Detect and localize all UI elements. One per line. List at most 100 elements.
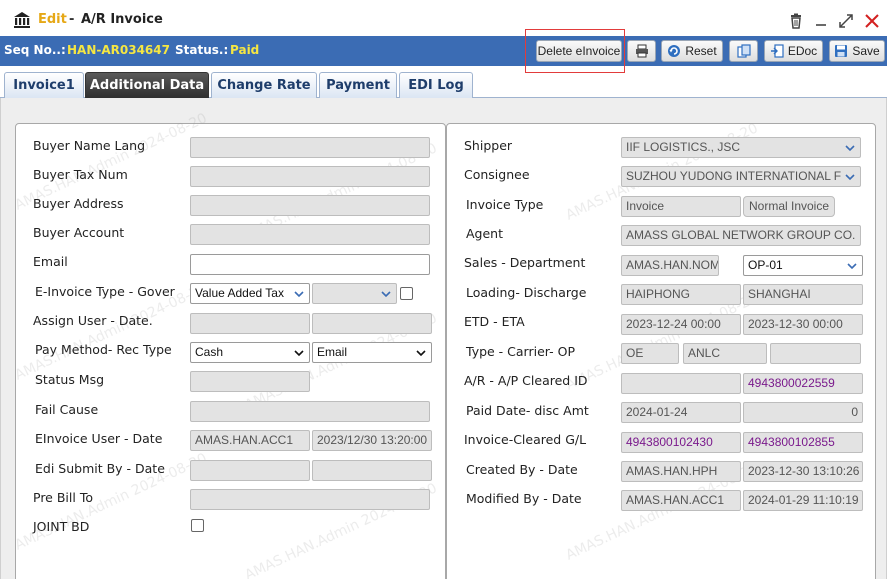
edi-submit-date-field[interactable] [312,460,432,481]
ar-cleared-id-field[interactable] [621,373,741,394]
shipper-select[interactable]: IIF LOGISTICS., JSC [621,137,861,158]
loading-field[interactable]: HAIPHONG [621,284,741,305]
floppy-disk-icon [835,45,848,57]
status-msg-field[interactable] [190,371,310,392]
created-by-field[interactable]: AMAS.HAN.HPH [621,461,741,482]
edoc-button[interactable]: EDoc [764,40,823,62]
close-icon[interactable] [864,13,880,29]
etd-eta-label: ETD - ETA [464,314,525,329]
cleared-id-label: A/R - A/P Cleared ID [464,373,588,388]
tab-edi-log[interactable]: EDI Log [399,72,473,98]
buyer-name-lang-field[interactable] [190,137,430,158]
minimize-icon[interactable] [813,13,829,29]
cleared-gl-label: Invoice-Cleared G/L [464,432,587,447]
cleared-gl-field[interactable]: 4943800102855 [743,432,863,453]
assign-date-field[interactable] [312,313,432,334]
maximize-icon[interactable] [838,13,854,29]
einvoice-type-value: Value Added Tax [195,286,284,300]
department-value: OP-01 [748,258,783,272]
buyer-address-label: Buyer Address [33,196,124,211]
chevron-down-icon [294,291,304,298]
buyer-address-field[interactable] [190,195,430,216]
buyer-name-lang-label: Buyer Name Lang [33,138,146,153]
tab-additional-data[interactable]: Additional Data [85,72,209,98]
shipper-value: IIF LOGISTICS., JSC [626,140,741,154]
reset-label: Reset [685,44,717,58]
chevron-down-icon [845,145,855,152]
department-select[interactable]: OP-01 [743,255,863,276]
seq-value: HAN-AR034647 [67,43,170,57]
rec-type-select[interactable]: Email [312,342,432,363]
pre-bill-to-field[interactable] [190,489,430,510]
chevron-down-icon [381,291,391,298]
joint-bd-label: JOINT BD [33,519,90,534]
type-field[interactable]: OE [621,343,679,364]
tab-payment[interactable]: Payment [319,72,397,98]
gov-checkbox[interactable] [400,287,413,300]
edi-submit-user-field[interactable] [190,460,310,481]
paid-date-label: Paid Date- disc Amt [466,403,589,418]
consignee-value: SUZHOU YUDONG INTERNATIONAL F [626,169,842,183]
modified-by-field[interactable]: AMAS.HAN.ACC1 [621,490,741,511]
edoc-label: EDoc [787,44,818,58]
invoice-type-field[interactable]: Invoice [621,196,741,217]
fail-cause-field[interactable] [190,401,430,422]
einvoice-date-field[interactable]: 2023/12/30 13:20:00 [312,430,432,451]
consignee-label: Consignee [464,167,530,182]
tab-change-rate[interactable]: Change Rate [211,72,317,98]
op-field[interactable] [770,343,861,364]
pay-method-value: Cash [195,345,224,359]
tab-invoice1[interactable]: Invoice1 [4,72,84,98]
paid-date-field[interactable]: 2024-01-24 [621,402,741,423]
buyer-account-label: Buyer Account [33,225,125,240]
gov-select[interactable] [312,283,397,304]
modified-date-field[interactable]: 2024-01-29 11:10:19 [743,490,863,511]
copy-button[interactable] [729,40,758,62]
etd-field[interactable]: 2023-12-24 00:00 [621,314,741,335]
normal-invoice-button[interactable]: Normal Invoice [743,196,835,217]
sales-field[interactable]: AMAS.HAN.NOM [621,255,719,276]
created-date-field[interactable]: 2023-12-30 13:10:26 [743,461,863,482]
chevron-down-icon [294,350,304,357]
einvoice-user-field[interactable]: AMAS.HAN.ACC1 [190,430,310,451]
assign-user-label: Assign User - Date. [33,313,153,328]
pre-bill-to-label: Pre Bill To [33,490,93,505]
copy-icon [736,44,751,58]
save-button[interactable]: Save [829,40,885,62]
agent-field[interactable]: AMASS GLOBAL NETWORK GROUP CO. [621,225,861,246]
title-separator: - [69,12,75,27]
buyer-account-field[interactable] [190,224,430,245]
trash-icon[interactable] [788,13,804,29]
discharge-field[interactable]: SHANGHAI [743,284,863,305]
eta-field[interactable]: 2023-12-30 00:00 [743,314,863,335]
print-icon [635,44,648,58]
status-label: Status.: [175,43,229,57]
disc-amt-field[interactable]: 0 [743,402,863,423]
status-msg-label: Status Msg [35,372,105,387]
save-label: Save [852,44,880,58]
einvoice-type-select[interactable]: Value Added Tax [190,283,310,304]
reset-button[interactable]: Reset [661,40,723,62]
invoice-cleared-field[interactable]: 4943800102430 [621,432,741,453]
joint-bd-checkbox[interactable] [191,519,204,532]
edi-submit-label: Edi Submit By - Date [35,461,165,476]
print-button[interactable] [627,40,656,62]
email-field[interactable] [190,254,430,275]
pay-method-label: Pay Method- Rec Type [35,342,172,357]
pay-method-select[interactable]: Cash [190,342,310,363]
agent-label: Agent [466,226,503,241]
ap-cleared-id-field[interactable]: 4943800022559 [743,373,863,394]
consignee-select[interactable]: SUZHOU YUDONG INTERNATIONAL F [621,166,861,187]
fail-cause-label: Fail Cause [35,402,99,417]
carrier-field[interactable]: ANLC [683,343,767,364]
bank-icon [14,12,30,28]
einvoice-user-label: EInvoice User - Date [35,431,163,446]
assign-user-field[interactable] [190,313,310,334]
title-mode: Edit [38,12,67,27]
chevron-down-icon [847,263,857,270]
status-bar: Seq No..: HAN-AR034647 Status.: Paid Del… [0,36,887,66]
title-bar: Edit - A/R Invoice [0,4,887,36]
sales-department-label: Sales - Department [464,255,586,270]
buyer-tax-num-field[interactable] [190,166,430,187]
modified-by-label: Modified By - Date [466,491,582,506]
